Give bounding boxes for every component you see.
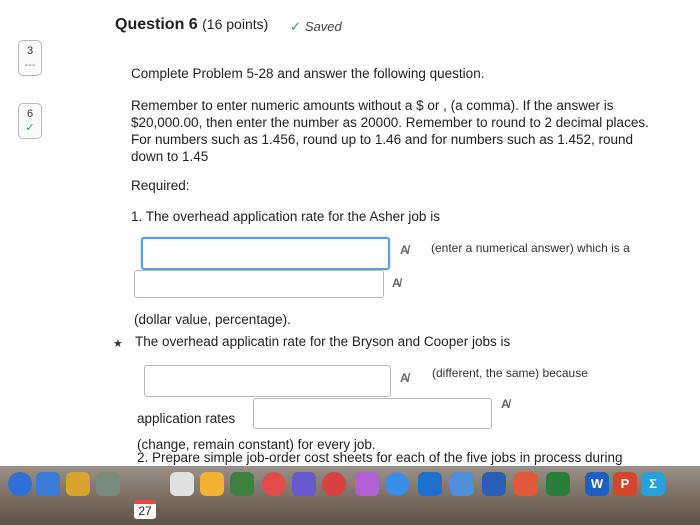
dock-app-icon[interactable]	[66, 472, 90, 496]
check-icon: ✓	[290, 19, 301, 34]
question-nav-item-3[interactable]: 3 ---	[18, 40, 42, 76]
check-icon: ✓	[25, 122, 35, 134]
item-2-text: 2. Prepare simple job-order cost sheets …	[137, 450, 623, 465]
asher-rate-input[interactable]	[141, 237, 390, 270]
item-1-hint: (enter a numerical answer) which is a	[431, 241, 630, 255]
calendar-icon[interactable]: 27	[134, 500, 156, 519]
bryson-cooper-input[interactable]	[144, 365, 391, 397]
dock-app-icon[interactable]	[292, 472, 316, 496]
dock-app-icon[interactable]	[355, 472, 379, 496]
dock-app-icon[interactable]	[322, 472, 346, 496]
dock-app-icon[interactable]	[8, 472, 32, 496]
dock-app-icon[interactable]	[230, 472, 254, 496]
dock-app-icon[interactable]	[482, 472, 506, 496]
dock-app-icon[interactable]	[385, 472, 409, 496]
question-title: Question 6 (16 points)	[115, 16, 268, 34]
question-number: 6	[26, 108, 34, 120]
intro-text: Complete Problem 5-28 and answer the fol…	[131, 66, 485, 81]
instructions-text: Remember to enter numeric amounts withou…	[131, 98, 649, 164]
change-input[interactable]	[253, 398, 492, 429]
spellcheck-icon[interactable]: A̸	[400, 371, 409, 385]
dock-app-icon[interactable]	[418, 472, 442, 496]
dock-app-icon[interactable]: P	[613, 472, 637, 496]
saved-status: ✓ Saved	[290, 19, 342, 35]
dock-app-icon[interactable]	[514, 472, 538, 496]
dock-app-icon[interactable]	[546, 472, 570, 496]
question-label: Question 6	[115, 16, 198, 33]
dock-app-icon[interactable]: Σ	[641, 472, 665, 496]
item-1b-hint: (different, the same) because	[432, 366, 588, 380]
dock-app-icon[interactable]: W	[585, 472, 609, 496]
question-points: (16 points)	[202, 16, 269, 32]
question-nav-item-6[interactable]: 6 ✓	[18, 103, 42, 139]
dock-app-icon[interactable]	[96, 472, 120, 496]
item-1-tail: (dollar value, percentage).	[134, 312, 291, 327]
dock-app-icon[interactable]	[36, 472, 60, 496]
required-label: Required:	[131, 178, 190, 193]
question-state: ---	[24, 59, 36, 71]
bullet-icon: ★	[113, 338, 123, 350]
dock-app-icon[interactable]	[262, 472, 286, 496]
spellcheck-icon[interactable]: A̸	[392, 276, 401, 290]
value-type-input[interactable]	[134, 270, 384, 298]
item-1-text: 1. The overhead application rate for the…	[131, 209, 440, 224]
item-1b-text: The overhead applicatin rate for the Bry…	[135, 334, 511, 349]
dock-app-icon[interactable]	[200, 472, 224, 496]
dock-app-icon[interactable]	[450, 472, 474, 496]
application-rates-label: application rates	[137, 411, 236, 426]
question-number: 3	[26, 45, 34, 57]
dock-app-icon[interactable]	[170, 472, 194, 496]
saved-label: Saved	[304, 19, 342, 34]
spellcheck-icon[interactable]: A̸	[501, 397, 510, 411]
spellcheck-icon[interactable]: A̸	[400, 243, 409, 257]
